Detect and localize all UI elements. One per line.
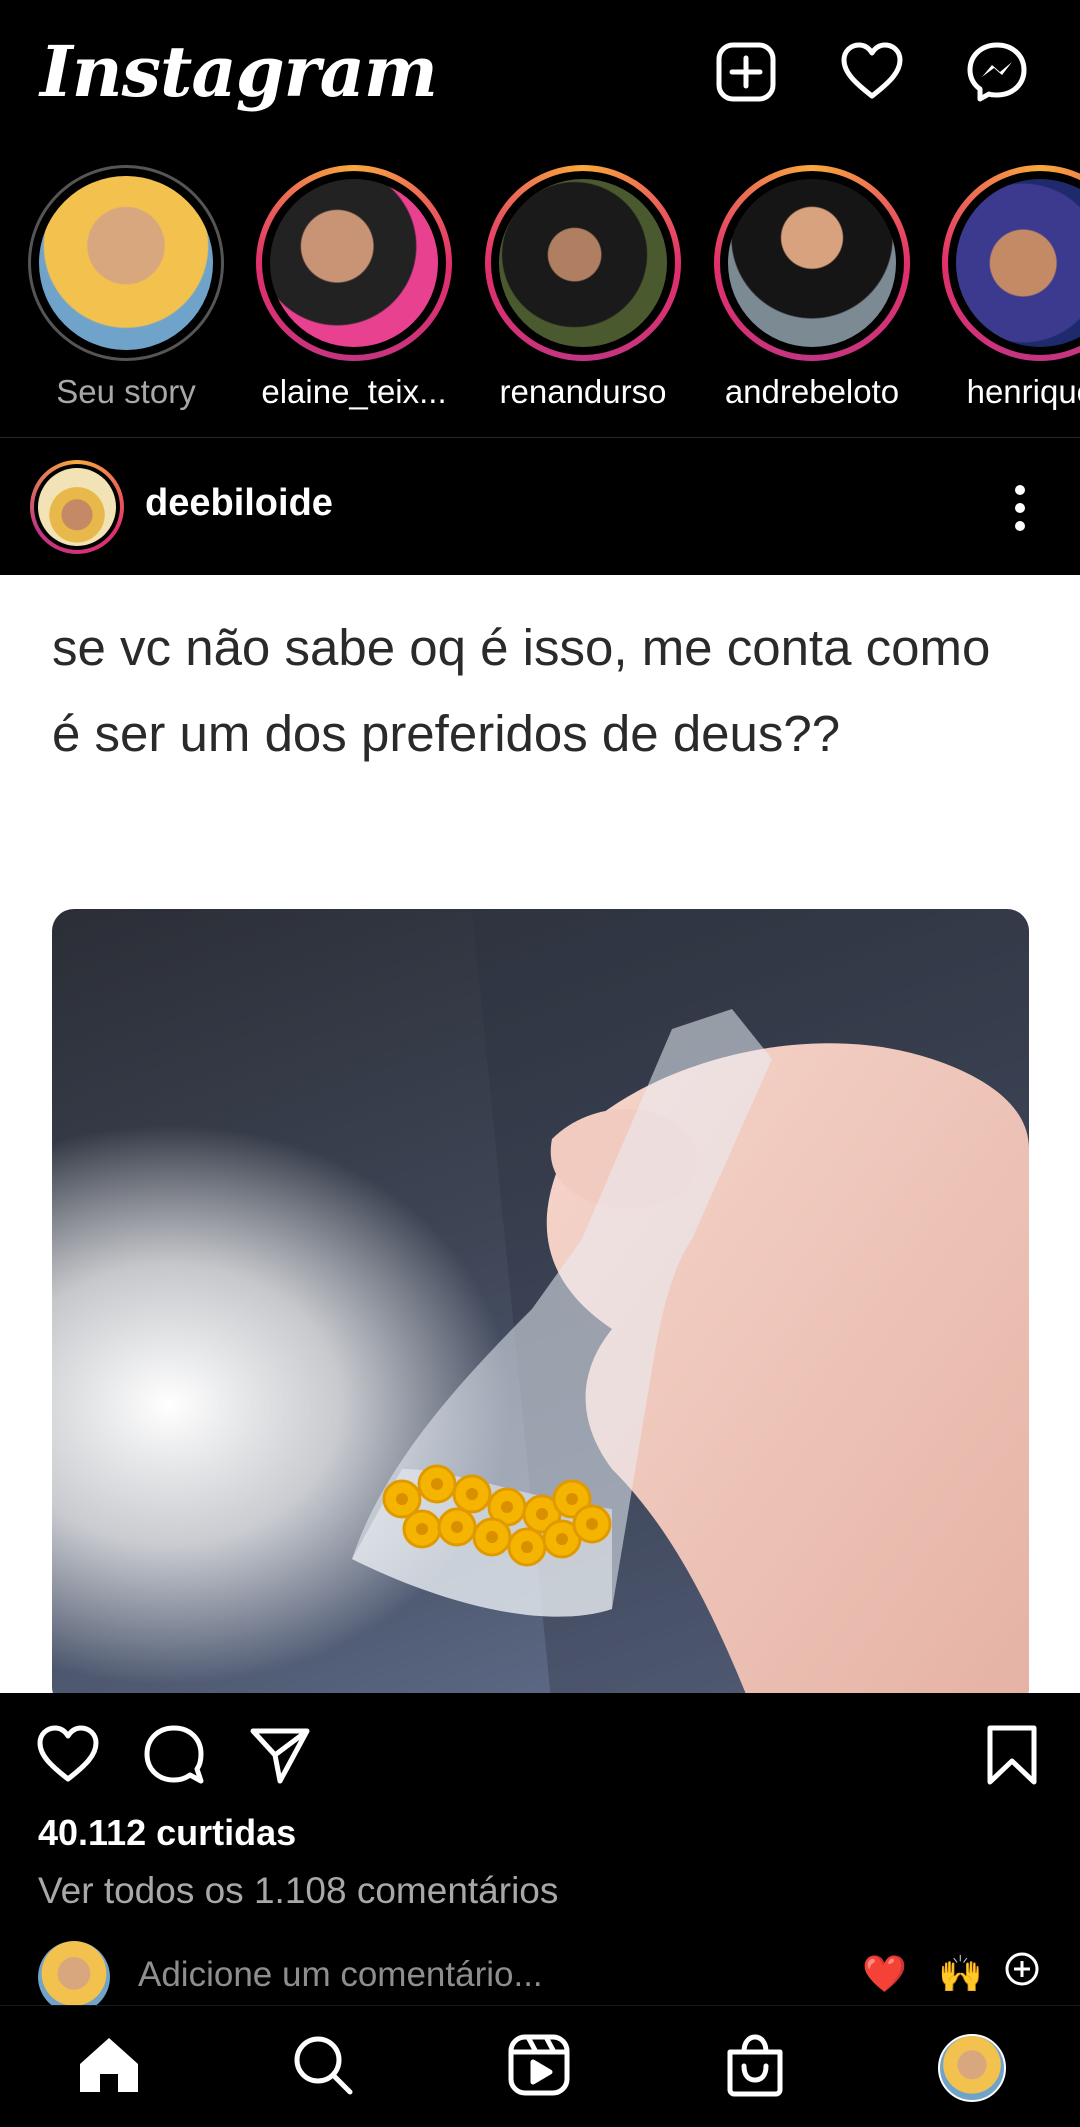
post-author-avatar[interactable]: [30, 460, 124, 554]
story-item[interactable]: henriqueg: [940, 165, 1080, 411]
likes-count[interactable]: 40.112 curtidas: [38, 1812, 296, 1854]
view-all-comments-link[interactable]: Ver todos os 1.108 comentários: [38, 1870, 558, 1912]
profile-avatar[interactable]: [938, 2034, 1006, 2102]
story-username: henriqueg: [966, 373, 1080, 410]
story-avatar: [270, 179, 438, 347]
post-actions: [0, 1693, 1080, 1813]
story-ring: [485, 165, 681, 361]
story-ring: [256, 165, 452, 361]
story-ring: [28, 165, 224, 361]
story-item[interactable]: renandurso: [483, 165, 683, 411]
heart-icon[interactable]: [840, 40, 904, 104]
story-username: Seu story: [56, 373, 196, 410]
story-own[interactable]: Seu story: [26, 165, 226, 411]
reels-icon[interactable]: [506, 2032, 572, 2098]
add-comment-row: Adicione um comentário... ❤️ 🙌: [0, 1935, 1080, 2013]
save-icon[interactable]: [980, 1723, 1044, 1787]
like-icon[interactable]: [36, 1723, 100, 1787]
photo-hand-holding-bag: [52, 909, 1029, 1693]
bottom-navigation: [0, 2005, 1080, 2127]
image-caption-text: se vc não sabe oq é isso, me conta como …: [52, 619, 991, 762]
more-options-icon[interactable]: [1000, 478, 1040, 538]
home-icon[interactable]: [76, 2032, 142, 2098]
avatar: [38, 1941, 110, 2013]
story-avatar: [499, 179, 667, 347]
story-avatar: [956, 179, 1080, 347]
story-avatar: [728, 179, 896, 347]
quick-emoji-raised-hands[interactable]: 🙌: [938, 1953, 983, 1995]
divider: [0, 437, 1080, 438]
story-username: renandurso: [499, 373, 667, 410]
share-icon[interactable]: [248, 1723, 312, 1787]
quick-emoji-heart[interactable]: ❤️: [862, 1953, 907, 1995]
post-image[interactable]: se vc não sabe oq é isso, me conta como …: [0, 575, 1080, 1693]
new-post-icon[interactable]: [714, 40, 778, 104]
story-item[interactable]: elaine_teix...: [254, 165, 454, 411]
shop-icon[interactable]: [722, 2032, 788, 2098]
comment-input[interactable]: Adicione um comentário...: [138, 1955, 543, 1995]
post-username[interactable]: deebiloide: [145, 482, 333, 525]
comment-icon[interactable]: [142, 1723, 206, 1787]
stories-tray[interactable]: Seu story elaine_teix... renandurso andr…: [0, 165, 1080, 435]
story-username: elaine_teix...: [261, 373, 447, 410]
story-ring: [714, 165, 910, 361]
search-icon[interactable]: [290, 2032, 356, 2098]
story-avatar: [39, 176, 213, 350]
story-username: andrebeloto: [724, 373, 900, 410]
story-item[interactable]: andrebeloto: [712, 165, 912, 411]
messenger-icon[interactable]: [965, 40, 1029, 104]
add-emoji-icon[interactable]: [1002, 1949, 1042, 1998]
top-bar: Instagram: [0, 0, 1080, 150]
story-ring: [942, 165, 1080, 361]
instagram-logo[interactable]: Instagram: [40, 30, 438, 113]
post-header: deebiloide: [0, 440, 1080, 570]
